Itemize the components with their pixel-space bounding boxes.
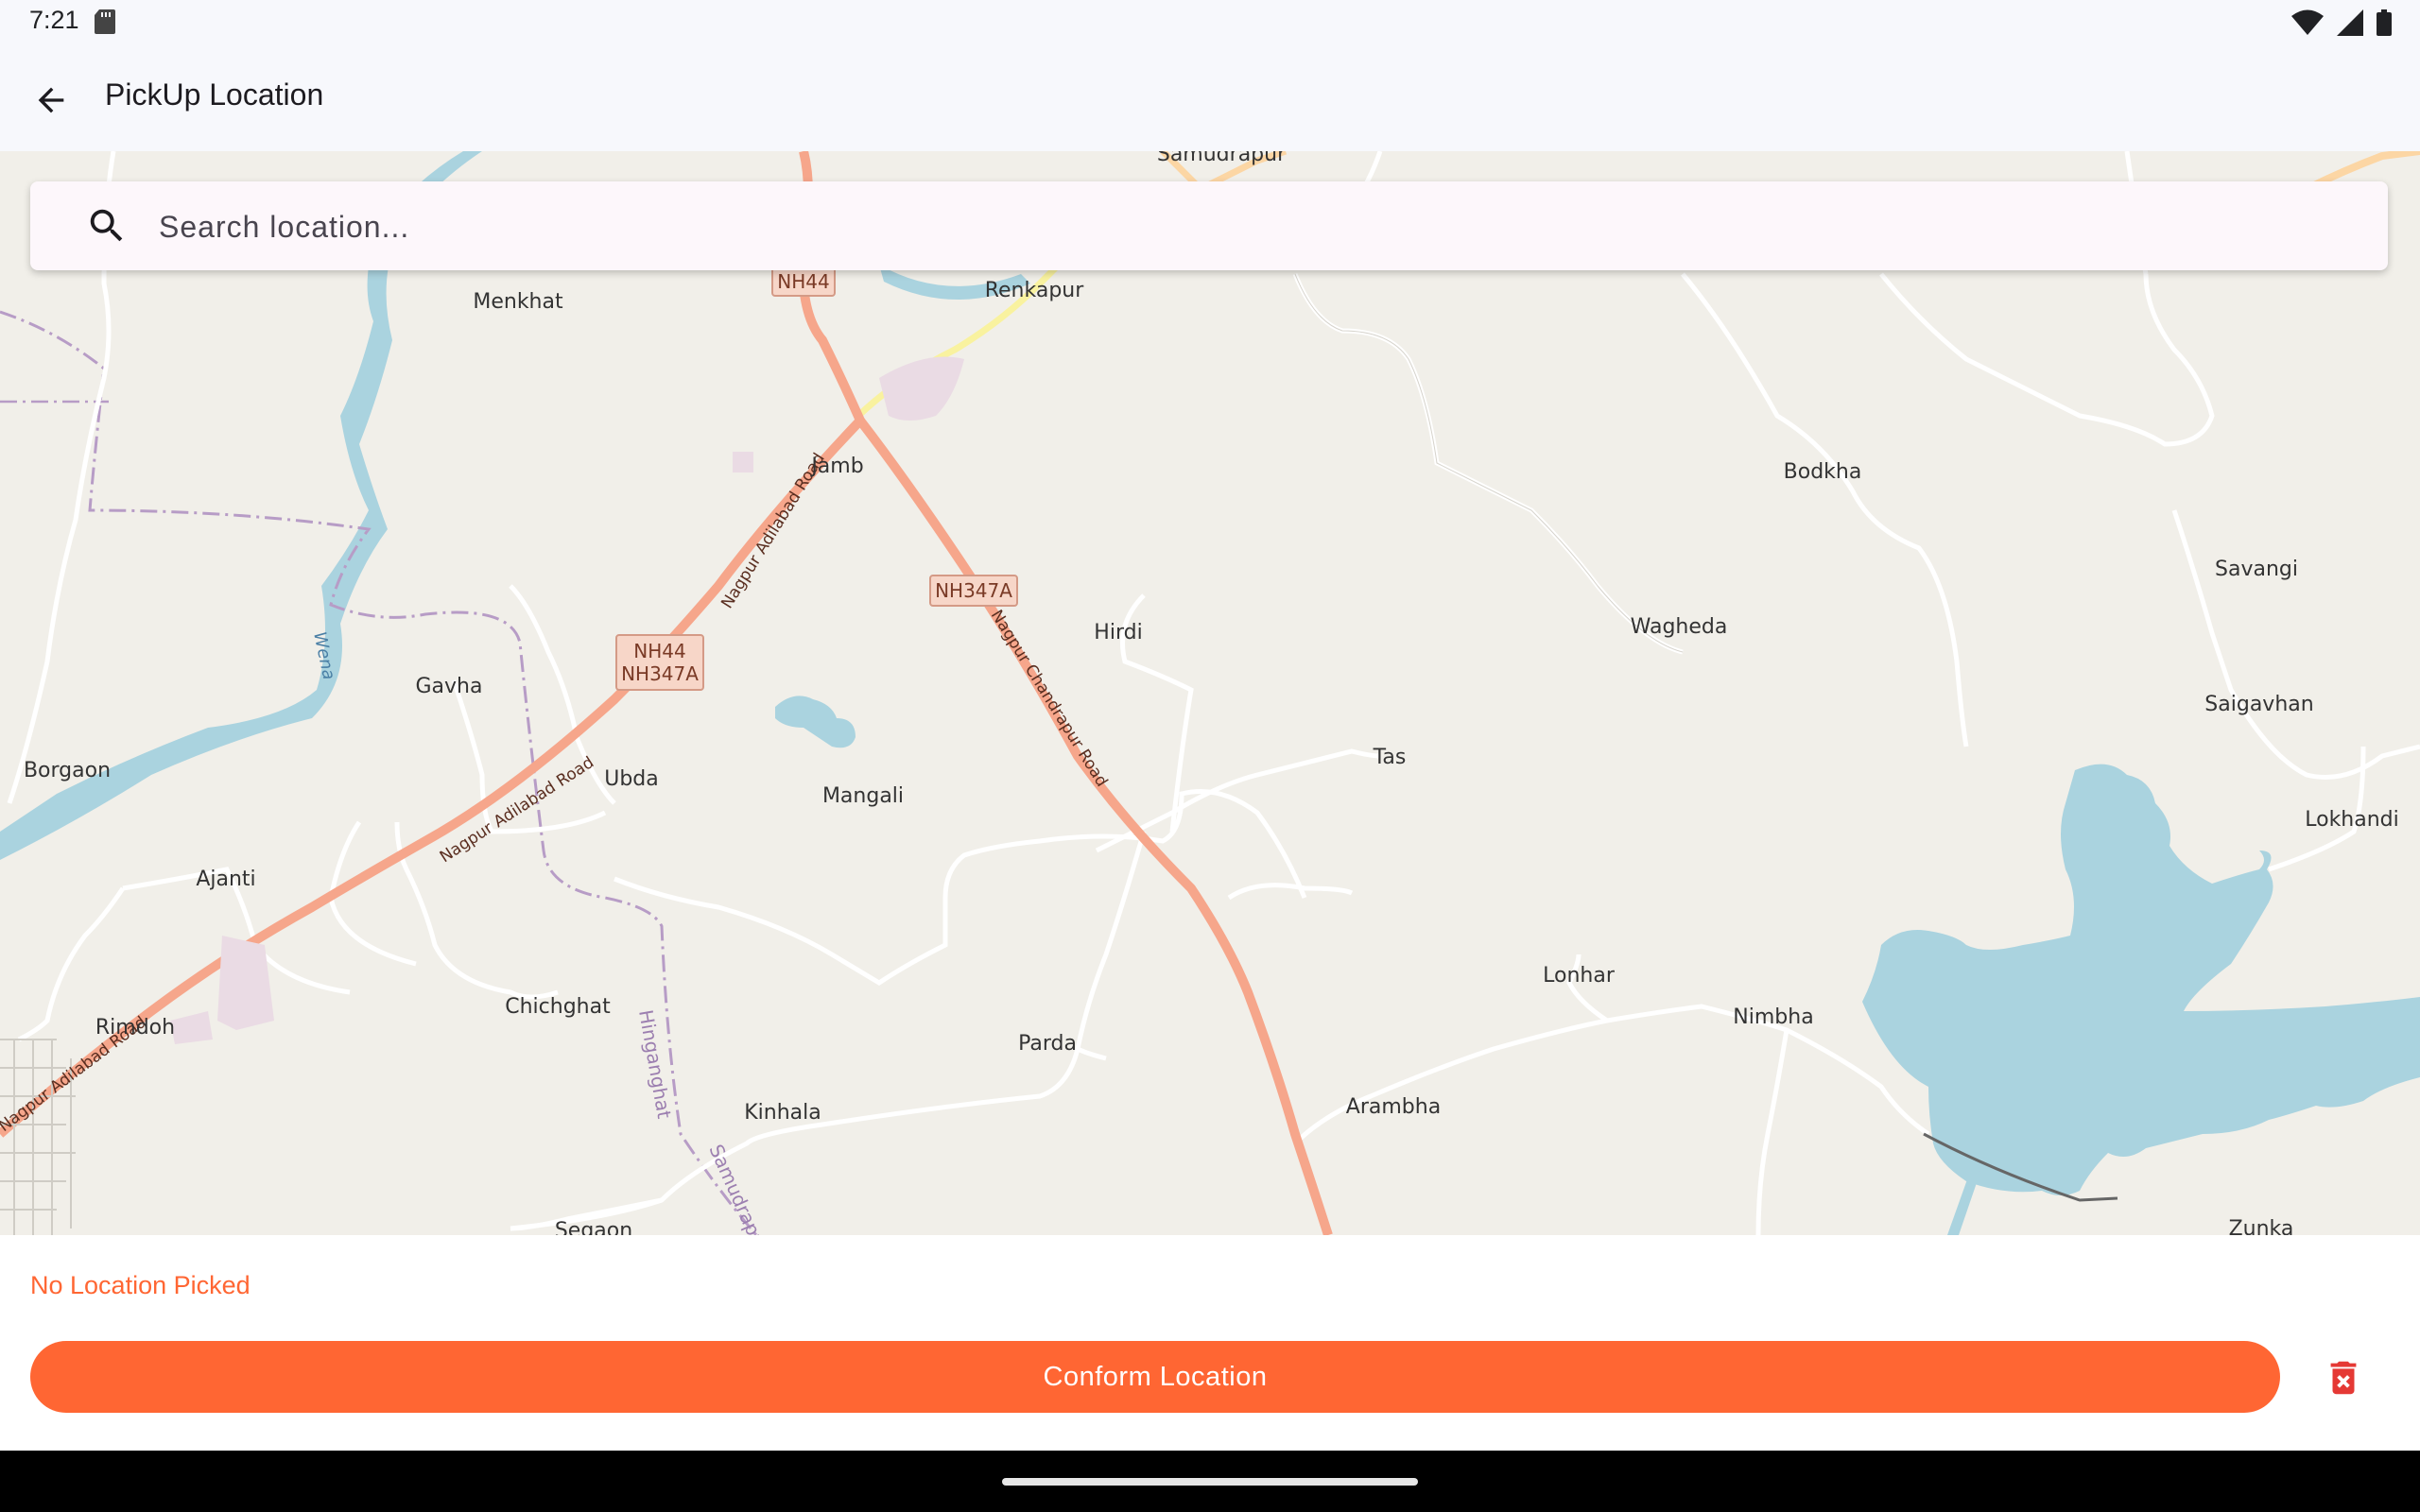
svg-text:Chichghat: Chichghat	[505, 995, 611, 1019]
svg-text:Rimdoh: Rimdoh	[95, 1016, 175, 1040]
signal-icon	[2337, 9, 2363, 36]
svg-text:Arambha: Arambha	[1346, 1095, 1441, 1119]
lake-mangali	[775, 696, 856, 748]
svg-text:Savangi: Savangi	[2215, 558, 2298, 581]
road-label: Nagpur Chandrapur Road	[987, 607, 1112, 790]
confirm-location-button[interactable]: Conform Location	[30, 1341, 2280, 1413]
shield-nh44-nh347a: NH44 NH347A	[615, 634, 704, 691]
svg-text:NH347A: NH347A	[935, 579, 1012, 602]
road-label: Nagpur Adilabad Road	[437, 753, 597, 867]
residential-patch	[217, 936, 274, 1030]
svg-text:NH347A: NH347A	[621, 662, 699, 685]
residential-patch	[170, 1011, 213, 1044]
page-title: PickUp Location	[105, 77, 324, 112]
bottom-panel: No Location Picked Conform Location	[0, 1235, 2420, 1451]
svg-text:Borgaon: Borgaon	[24, 759, 111, 782]
system-nav-bar	[0, 1451, 2420, 1512]
boundary-label: Samudrapur	[704, 1141, 773, 1235]
back-button[interactable]	[23, 72, 79, 129]
road-casing	[1294, 273, 1684, 653]
app-bar: PickUp Location	[0, 45, 2420, 151]
svg-text:Bodkha: Bodkha	[1784, 460, 1862, 484]
svg-text:Lonhar: Lonhar	[1543, 964, 1616, 988]
highway-nh44	[0, 151, 866, 1138]
search-icon	[90, 209, 123, 242]
svg-text:NH44: NH44	[777, 270, 829, 293]
svg-text:Mangali: Mangali	[822, 784, 904, 808]
battery-icon	[2377, 9, 2392, 36]
sd-card-icon	[95, 9, 115, 34]
svg-text:Parda: Parda	[1018, 1032, 1077, 1056]
boundary-label: Hinganghat	[634, 1008, 676, 1121]
svg-text:Samudrapur: Samudrapur	[1157, 151, 1287, 166]
svg-text:Menkhat: Menkhat	[473, 290, 563, 314]
svg-text:NH44: NH44	[633, 640, 685, 662]
residential-patch	[879, 356, 964, 421]
arrow-back-icon	[38, 87, 64, 113]
shield-nh347a: NH347A	[929, 575, 1018, 607]
svg-text:Nimbha: Nimbha	[1733, 1005, 1813, 1029]
svg-text:Saigavhan: Saigavhan	[2204, 693, 2313, 716]
svg-text:Ubda: Ubda	[604, 767, 659, 791]
map-view[interactable]: NH44 NH347A NH44 NH347A Nagpur Adilabad …	[0, 151, 2420, 1235]
map-canvas[interactable]: NH44 NH347A NH44 NH347A Nagpur Adilabad …	[0, 151, 2420, 1235]
residential-patch	[733, 452, 753, 472]
svg-text:Ajanti: Ajanti	[196, 868, 255, 891]
delete-forever-icon[interactable]	[2322, 1356, 2365, 1400]
svg-text:Segaon: Segaon	[555, 1219, 632, 1235]
status-bar: 7:21	[0, 0, 2420, 45]
svg-text:Jamb: Jamb	[809, 455, 863, 478]
search-input[interactable]	[157, 181, 2335, 272]
svg-text:Tas: Tas	[1373, 746, 1407, 769]
svg-text:Gavha: Gavha	[416, 675, 483, 698]
svg-text:Renkapur: Renkapur	[985, 279, 1085, 302]
search-bar[interactable]	[30, 181, 2388, 272]
home-gesture-handle[interactable]	[1002, 1478, 1418, 1486]
location-status-text: No Location Picked	[30, 1271, 251, 1299]
highway-nh347a	[856, 417, 1333, 1235]
wifi-icon	[2291, 9, 2324, 35]
svg-text:Lokhandi: Lokhandi	[2305, 808, 2399, 832]
svg-text:Wagheda: Wagheda	[1631, 615, 1728, 639]
svg-text:Kinhala: Kinhala	[744, 1101, 821, 1125]
status-time: 7:21	[29, 6, 79, 34]
svg-text:Hirdi: Hirdi	[1094, 621, 1142, 644]
svg-text:Zunka: Zunka	[2229, 1217, 2294, 1235]
